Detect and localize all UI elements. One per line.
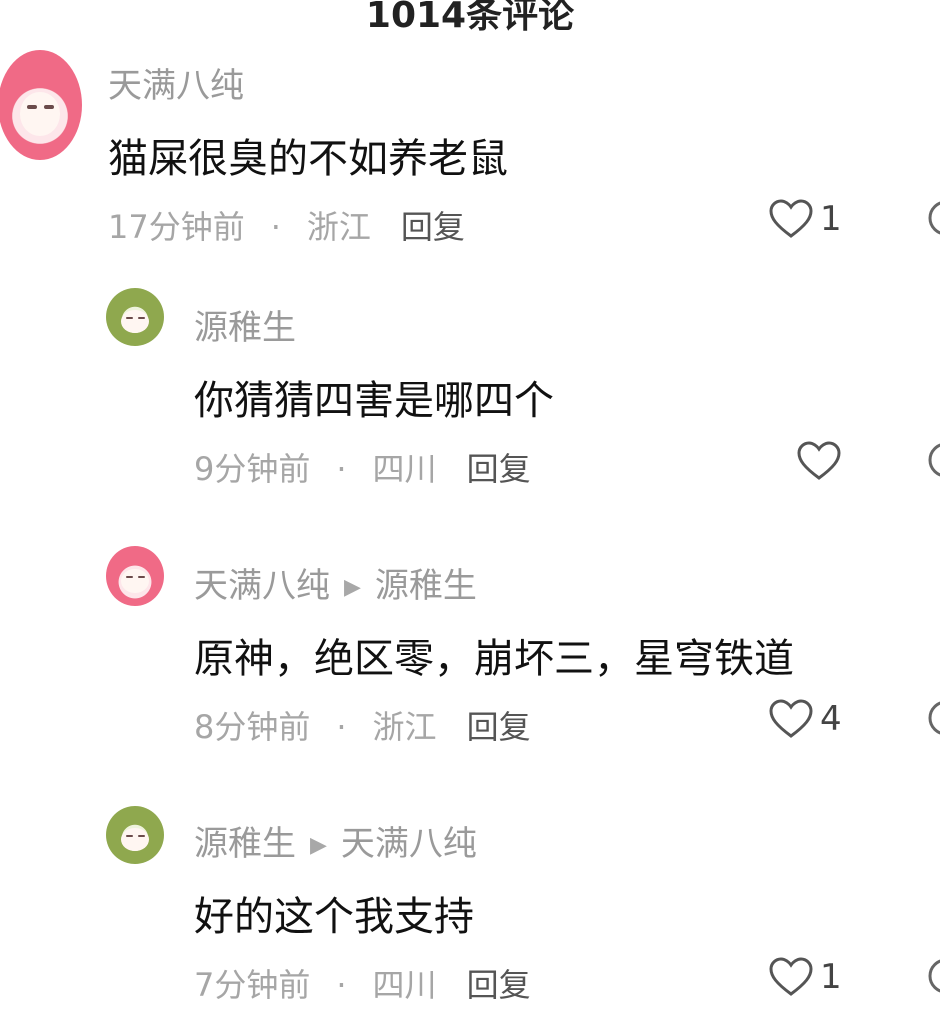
heart-icon	[769, 957, 813, 996]
reply-button[interactable]: 回复	[467, 966, 531, 1004]
reply-arrow-icon: ▶	[344, 575, 361, 600]
username[interactable]: 天满八纯	[108, 58, 244, 107]
comment-location: 浙江	[372, 708, 437, 746]
username[interactable]: 源稚生	[194, 824, 296, 864]
comment-text: 原神，绝区零，崩坏三，星穹铁道	[194, 636, 794, 682]
meta-separator: ·	[336, 450, 347, 488]
meta-separator: ·	[336, 708, 347, 746]
reply-to-username[interactable]: 天满八纯	[341, 824, 477, 864]
username-reply-line: 天满八纯 ▶ 源稚生	[194, 558, 477, 607]
dislike-icon[interactable]	[924, 956, 940, 996]
comment-text: 猫屎很臭的不如养老鼠	[108, 136, 508, 182]
comment-location: 浙江	[306, 208, 371, 246]
avatar[interactable]	[106, 806, 164, 864]
avatar[interactable]	[0, 50, 82, 160]
comment-meta: 9分钟前 · 四川 回复	[194, 444, 531, 490]
reply-button[interactable]: 回复	[467, 450, 531, 488]
comment-time: 17分钟前	[108, 208, 245, 246]
reply-button[interactable]: 回复	[401, 208, 465, 246]
reply-to-username[interactable]: 源稚生	[375, 566, 477, 606]
meta-separator: ·	[336, 966, 347, 1004]
like-button[interactable]: 1	[768, 956, 842, 998]
username[interactable]: 源稚生	[194, 300, 296, 349]
comment-count-title: 1014条评论	[365, 0, 575, 36]
dislike-icon[interactable]	[924, 440, 940, 480]
reply-button[interactable]: 回复	[467, 708, 531, 746]
like-count: 1	[820, 199, 842, 239]
avatar[interactable]	[106, 288, 164, 346]
like-count: 4	[820, 699, 842, 739]
comment-text: 好的这个我支持	[194, 894, 474, 940]
comment-time: 8分钟前	[194, 708, 311, 746]
heart-icon	[769, 199, 813, 238]
avatar[interactable]	[106, 546, 164, 606]
comment-location: 四川	[372, 450, 437, 488]
comment-text: 你猜猜四害是哪四个	[194, 378, 554, 424]
comment-meta: 7分钟前 · 四川 回复	[194, 960, 531, 1006]
username-reply-line: 源稚生 ▶ 天满八纯	[194, 816, 477, 865]
meta-separator: ·	[270, 208, 281, 246]
username[interactable]: 天满八纯	[194, 566, 330, 606]
comment-panel: 1014条评论 天满八纯 猫屎很臭的不如养老鼠 17分钟前 · 浙江 回复 1 源稚生…	[0, 0, 940, 1024]
comment-location: 四川	[372, 966, 437, 1004]
comment-time: 7分钟前	[194, 966, 311, 1004]
comment-time: 9分钟前	[194, 450, 311, 488]
like-count: 1	[820, 957, 842, 997]
heart-icon	[769, 699, 813, 738]
reply-arrow-icon: ▶	[310, 833, 327, 858]
dislike-icon[interactable]	[924, 698, 940, 738]
like-button[interactable]: 4	[768, 698, 842, 740]
like-button[interactable]	[796, 440, 848, 482]
heart-icon	[797, 441, 841, 480]
like-button[interactable]: 1	[768, 198, 842, 240]
dislike-icon[interactable]	[924, 198, 940, 238]
comment-meta: 17分钟前 · 浙江 回复	[108, 202, 465, 248]
comment-meta: 8分钟前 · 浙江 回复	[194, 702, 531, 748]
